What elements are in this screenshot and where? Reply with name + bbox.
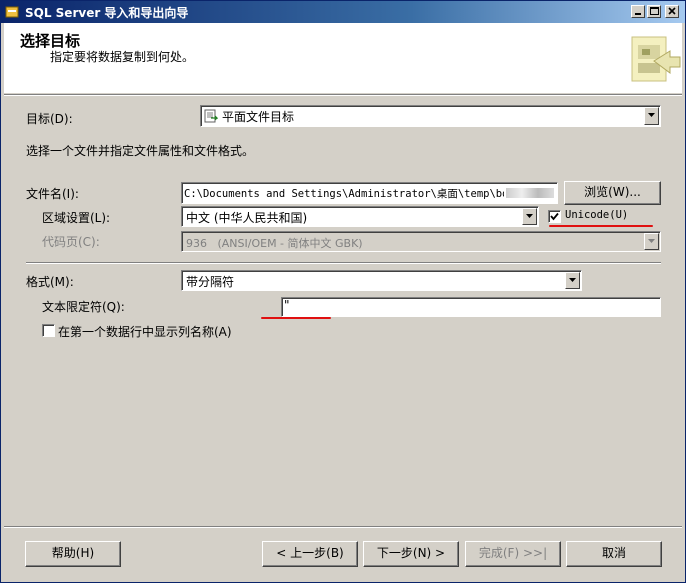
redacted-filename	[506, 188, 554, 198]
file-name-value: C:\Documents and Settings\Administrator\…	[184, 188, 504, 200]
file-name-label: 文件名(I):	[26, 187, 79, 201]
chevron-down-icon	[569, 278, 576, 282]
wizard-graphic-icon	[631, 36, 681, 82]
destination-select[interactable]: 平面文件目标	[200, 105, 661, 127]
text-qualifier-label: 文本限定符(Q):	[42, 300, 125, 314]
unicode-label[interactable]: Unicode(U)	[565, 209, 628, 221]
title-bar[interactable]: SQL Server 导入和导出向导	[1, 1, 685, 23]
maximize-button[interactable]	[647, 5, 661, 18]
locale-dropdown-arrow[interactable]	[522, 208, 537, 225]
locale-label: 区域设置(L):	[42, 211, 111, 225]
locale-select[interactable]: 中文 (中华人民共和国)	[181, 206, 539, 227]
back-button[interactable]: < 上一步(B)	[262, 541, 358, 567]
format-select[interactable]: 带分隔符	[181, 270, 582, 291]
chevron-down-icon	[648, 113, 655, 117]
column-names-label[interactable]: 在第一个数据行中显示列名称(A)	[58, 323, 232, 340]
minimize-button[interactable]	[631, 5, 645, 18]
unicode-checkbox[interactable]	[548, 210, 561, 223]
page-subtitle: 指定要将数据复制到何处。	[50, 50, 195, 64]
codepage-dropdown-arrow	[644, 233, 659, 250]
flat-file-icon	[204, 109, 218, 123]
cancel-button[interactable]: 取消	[566, 541, 662, 567]
minimize-icon	[635, 13, 641, 15]
annotation-underline-qualifier	[261, 317, 331, 319]
format-dropdown-arrow[interactable]	[565, 272, 580, 289]
instruction-text: 选择一个文件并指定文件属性和文件格式。	[26, 144, 255, 158]
destination-value: 平面文件目标	[222, 110, 295, 124]
header-separator	[4, 94, 682, 96]
help-button[interactable]: 帮助(H)	[25, 541, 121, 567]
footer-separator	[4, 526, 682, 528]
destination-dropdown-arrow[interactable]	[644, 107, 659, 125]
codepage-label: 代码页(C):	[42, 235, 100, 249]
text-qualifier-value: "	[284, 298, 290, 312]
format-value: 带分隔符	[186, 275, 235, 289]
maximize-icon	[650, 7, 659, 15]
format-label: 格式(M):	[26, 275, 74, 289]
wizard-header: 选择目标 指定要将数据复制到何处。	[4, 23, 682, 93]
wizard-window: SQL Server 导入和导出向导 选择目标 指定要将数据复制到何处。 目标(…	[0, 0, 686, 583]
annotation-underline-unicode	[549, 225, 653, 227]
app-icon	[5, 6, 19, 18]
locale-value: 中文 (中华人民共和国)	[186, 211, 308, 225]
destination-label: 目标(D):	[26, 112, 73, 126]
codepage-value: 936 (ANSI/OEM - 简体中文 GBK)	[186, 237, 363, 250]
chevron-down-icon	[526, 214, 533, 218]
close-button[interactable]	[665, 5, 679, 18]
next-button[interactable]: 下一步(N) >	[363, 541, 459, 567]
chevron-down-icon	[648, 239, 655, 243]
checkmark-icon	[550, 212, 559, 221]
codepage-select: 936 (ANSI/OEM - 简体中文 GBK)	[181, 231, 661, 252]
browse-button[interactable]: 浏览(W)...	[564, 181, 661, 205]
text-qualifier-input[interactable]: "	[281, 297, 661, 317]
file-name-input[interactable]: C:\Documents and Settings\Administrator\…	[181, 182, 558, 204]
column-names-checkbox[interactable]	[42, 324, 55, 337]
section-separator	[26, 262, 661, 264]
close-icon	[668, 7, 676, 15]
window-title: SQL Server 导入和导出向导	[25, 6, 189, 20]
finish-button: 完成(F) >>|	[465, 541, 561, 567]
